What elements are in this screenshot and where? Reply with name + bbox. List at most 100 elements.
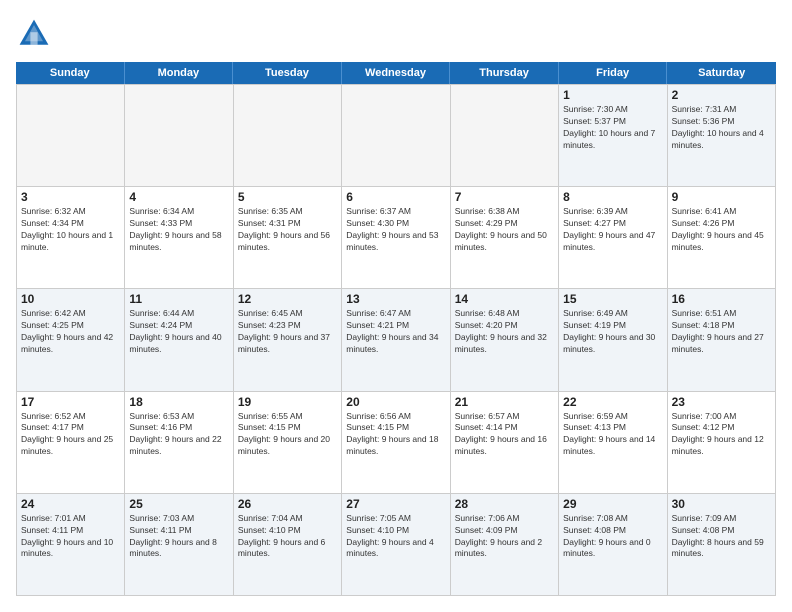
page: SundayMondayTuesdayWednesdayThursdayFrid… (0, 0, 792, 612)
week-row-3: 17Sunrise: 6:52 AM Sunset: 4:17 PM Dayli… (17, 392, 776, 494)
day-number: 23 (672, 395, 771, 409)
day-info: Sunrise: 6:32 AM Sunset: 4:34 PM Dayligh… (21, 206, 120, 254)
cal-cell-4: 4 Sunrise: 6:34 AM Sunset: 4:33 PM Daylig… (125, 187, 233, 289)
day-number: 13 (346, 292, 445, 306)
day-header-thursday: Thursday (450, 62, 559, 84)
day-header-monday: Monday (125, 62, 234, 84)
day-info: Sunrise: 6:49 AM Sunset: 4:19 PM Dayligh… (563, 308, 662, 356)
day-info: Sunrise: 7:03 AM Sunset: 4:11 PM Dayligh… (129, 513, 228, 561)
logo (16, 16, 56, 52)
day-info: Sunrise: 6:53 AM Sunset: 4:16 PM Dayligh… (129, 411, 228, 459)
day-info: Sunrise: 7:00 AM Sunset: 4:12 PM Dayligh… (672, 411, 771, 459)
cal-cell-26: 26 Sunrise: 7:04 AM Sunset: 4:10 PM Dayli… (234, 494, 342, 596)
day-number: 19 (238, 395, 337, 409)
logo-icon (16, 16, 52, 52)
day-info: Sunrise: 6:48 AM Sunset: 4:20 PM Dayligh… (455, 308, 554, 356)
cal-cell-11: 11 Sunrise: 6:44 AM Sunset: 4:24 PM Dayli… (125, 289, 233, 391)
day-header-sunday: Sunday (16, 62, 125, 84)
day-number: 16 (672, 292, 771, 306)
day-number: 9 (672, 190, 771, 204)
day-number: 11 (129, 292, 228, 306)
cal-cell-17: 17Sunrise: 6:52 AM Sunset: 4:17 PM Dayli… (17, 392, 125, 494)
cal-cell-3: 3 Sunrise: 6:32 AM Sunset: 4:34 PM Daylig… (17, 187, 125, 289)
day-info: Sunrise: 6:57 AM Sunset: 4:14 PM Dayligh… (455, 411, 554, 459)
day-info: Sunrise: 6:47 AM Sunset: 4:21 PM Dayligh… (346, 308, 445, 356)
cal-cell-29: 29 Sunrise: 7:08 AM Sunset: 4:08 PM Dayli… (559, 494, 667, 596)
cal-cell-empty-2 (234, 85, 342, 187)
cal-cell-14: 14 Sunrise: 6:48 AM Sunset: 4:20 PM Dayli… (451, 289, 559, 391)
day-info: Sunrise: 7:30 AM Sunset: 5:37 PM Dayligh… (563, 104, 662, 152)
day-info: Sunrise: 6:55 AM Sunset: 4:15 PM Dayligh… (238, 411, 337, 459)
cal-cell-empty-4 (451, 85, 559, 187)
cal-cell-empty-1 (125, 85, 233, 187)
day-number: 28 (455, 497, 554, 511)
week-row-0: 1 Sunrise: 7:30 AM Sunset: 5:37 PM Daylig… (17, 85, 776, 187)
cal-cell-18: 18 Sunrise: 6:53 AM Sunset: 4:16 PM Dayli… (125, 392, 233, 494)
day-info: Sunrise: 6:44 AM Sunset: 4:24 PM Dayligh… (129, 308, 228, 356)
day-info: Sunrise: 7:08 AM Sunset: 4:08 PM Dayligh… (563, 513, 662, 561)
day-number: 27 (346, 497, 445, 511)
day-info: Sunrise: 7:01 AM Sunset: 4:11 PM Dayligh… (21, 513, 120, 561)
cal-cell-13: 13 Sunrise: 6:47 AM Sunset: 4:21 PM Dayli… (342, 289, 450, 391)
day-number: 15 (563, 292, 662, 306)
day-number: 1 (563, 88, 662, 102)
day-info: Sunrise: 7:04 AM Sunset: 4:10 PM Dayligh… (238, 513, 337, 561)
cal-cell-20: 20 Sunrise: 6:56 AM Sunset: 4:15 PM Dayli… (342, 392, 450, 494)
cal-cell-10: 10Sunrise: 6:42 AM Sunset: 4:25 PM Dayli… (17, 289, 125, 391)
day-info: Sunrise: 6:42 AM Sunset: 4:25 PM Dayligh… (21, 308, 120, 356)
cal-cell-23: 23 Sunrise: 7:00 AM Sunset: 4:12 PM Dayli… (668, 392, 776, 494)
day-number: 18 (129, 395, 228, 409)
day-info: Sunrise: 6:51 AM Sunset: 4:18 PM Dayligh… (672, 308, 771, 356)
day-info: Sunrise: 6:45 AM Sunset: 4:23 PM Dayligh… (238, 308, 337, 356)
day-info: Sunrise: 6:35 AM Sunset: 4:31 PM Dayligh… (238, 206, 337, 254)
day-number: 24 (21, 497, 120, 511)
cal-cell-7: 7Sunrise: 6:38 AM Sunset: 4:29 PM Daylig… (451, 187, 559, 289)
calendar-header: SundayMondayTuesdayWednesdayThursdayFrid… (16, 62, 776, 84)
day-info: Sunrise: 6:37 AM Sunset: 4:30 PM Dayligh… (346, 206, 445, 254)
day-number: 21 (455, 395, 554, 409)
cal-cell-12: 12Sunrise: 6:45 AM Sunset: 4:23 PM Dayli… (234, 289, 342, 391)
cal-cell-8: 8Sunrise: 6:39 AM Sunset: 4:27 PM Daylig… (559, 187, 667, 289)
day-number: 3 (21, 190, 120, 204)
week-row-4: 24 Sunrise: 7:01 AM Sunset: 4:11 PM Dayli… (17, 494, 776, 596)
cal-cell-28: 28 Sunrise: 7:06 AM Sunset: 4:09 PM Dayli… (451, 494, 559, 596)
calendar-body: 1 Sunrise: 7:30 AM Sunset: 5:37 PM Daylig… (16, 84, 776, 596)
cal-cell-30: 30 Sunrise: 7:09 AM Sunset: 4:08 PM Dayli… (668, 494, 776, 596)
cal-cell-25: 25Sunrise: 7:03 AM Sunset: 4:11 PM Dayli… (125, 494, 233, 596)
day-number: 8 (563, 190, 662, 204)
cal-cell-9: 9 Sunrise: 6:41 AM Sunset: 4:26 PM Daylig… (668, 187, 776, 289)
cal-cell-2: 2Sunrise: 7:31 AM Sunset: 5:36 PM Daylig… (668, 85, 776, 187)
cal-cell-16: 16 Sunrise: 6:51 AM Sunset: 4:18 PM Dayli… (668, 289, 776, 391)
week-row-1: 3 Sunrise: 6:32 AM Sunset: 4:34 PM Daylig… (17, 187, 776, 289)
day-number: 14 (455, 292, 554, 306)
day-info: Sunrise: 7:09 AM Sunset: 4:08 PM Dayligh… (672, 513, 771, 561)
day-info: Sunrise: 6:59 AM Sunset: 4:13 PM Dayligh… (563, 411, 662, 459)
day-number: 4 (129, 190, 228, 204)
day-info: Sunrise: 6:38 AM Sunset: 4:29 PM Dayligh… (455, 206, 554, 254)
cal-cell-1: 1 Sunrise: 7:30 AM Sunset: 5:37 PM Daylig… (559, 85, 667, 187)
cal-cell-19: 19 Sunrise: 6:55 AM Sunset: 4:15 PM Dayli… (234, 392, 342, 494)
cal-cell-empty-3 (342, 85, 450, 187)
day-info: Sunrise: 7:05 AM Sunset: 4:10 PM Dayligh… (346, 513, 445, 561)
day-header-saturday: Saturday (667, 62, 776, 84)
week-row-2: 10Sunrise: 6:42 AM Sunset: 4:25 PM Dayli… (17, 289, 776, 391)
day-info: Sunrise: 6:41 AM Sunset: 4:26 PM Dayligh… (672, 206, 771, 254)
day-info: Sunrise: 6:56 AM Sunset: 4:15 PM Dayligh… (346, 411, 445, 459)
cal-cell-22: 22 Sunrise: 6:59 AM Sunset: 4:13 PM Dayli… (559, 392, 667, 494)
day-info: Sunrise: 6:34 AM Sunset: 4:33 PM Dayligh… (129, 206, 228, 254)
cal-cell-empty-0 (17, 85, 125, 187)
calendar: SundayMondayTuesdayWednesdayThursdayFrid… (16, 62, 776, 596)
day-number: 26 (238, 497, 337, 511)
cal-cell-15: 15 Sunrise: 6:49 AM Sunset: 4:19 PM Dayli… (559, 289, 667, 391)
day-number: 2 (672, 88, 771, 102)
cal-cell-24: 24 Sunrise: 7:01 AM Sunset: 4:11 PM Dayli… (17, 494, 125, 596)
day-number: 30 (672, 497, 771, 511)
day-header-tuesday: Tuesday (233, 62, 342, 84)
day-number: 20 (346, 395, 445, 409)
day-number: 5 (238, 190, 337, 204)
day-info: Sunrise: 7:06 AM Sunset: 4:09 PM Dayligh… (455, 513, 554, 561)
day-number: 29 (563, 497, 662, 511)
cal-cell-5: 5 Sunrise: 6:35 AM Sunset: 4:31 PM Daylig… (234, 187, 342, 289)
day-number: 22 (563, 395, 662, 409)
header (16, 16, 776, 52)
